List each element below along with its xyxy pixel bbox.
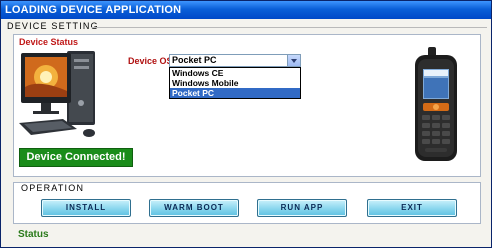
operation-label: OPERATION — [19, 183, 87, 193]
os-option-windows-mobile[interactable]: Windows Mobile — [170, 78, 300, 88]
window-titlebar: LOADING DEVICE APPLICATION — [1, 1, 491, 19]
device-os-label: Device OS — [128, 56, 173, 66]
install-button[interactable]: INSTALL — [41, 199, 131, 217]
device-connected-badge: Device Connected! — [19, 148, 133, 167]
device-os-select[interactable]: Pocket PC — [169, 54, 301, 67]
device-status-title: Device Status — [19, 37, 79, 47]
os-option-pocket-pc[interactable]: Pocket PC — [170, 88, 300, 98]
device-os-selected-value: Pocket PC — [172, 55, 217, 65]
warm-boot-button[interactable]: WARM BOOT — [149, 199, 239, 217]
device-os-dropdown-list[interactable]: Windows CE Windows Mobile Pocket PC — [169, 67, 301, 99]
status-label: Status — [18, 229, 49, 240]
run-app-button[interactable]: RUN APP — [257, 199, 347, 217]
os-option-windows-ce[interactable]: Windows CE — [170, 68, 300, 78]
chevron-down-icon[interactable] — [287, 55, 300, 66]
device-setting-label: DEVICE SETTING — [7, 21, 99, 31]
desktop-computer-icon — [19, 51, 95, 137]
app-window: LOADING DEVICE APPLICATION DEVICE SETTIN… — [0, 0, 492, 248]
exit-button[interactable]: EXIT — [367, 199, 457, 217]
device-setting-divider — [91, 27, 487, 28]
mobile-device-icon — [415, 47, 457, 161]
